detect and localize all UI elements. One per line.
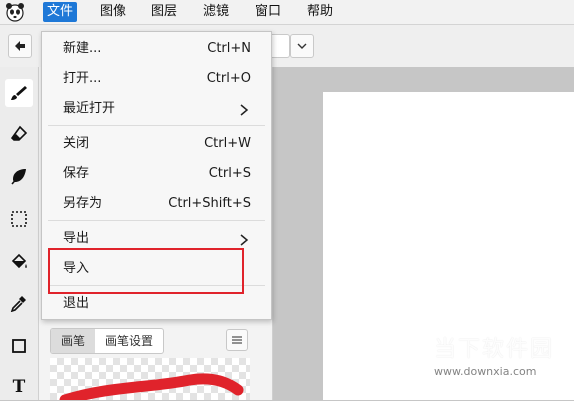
menu-item-shortcut: Ctrl+O	[206, 71, 251, 86]
menu-item-shortcut: Ctrl+S	[208, 166, 251, 181]
tab-brush-settings[interactable]: 画笔设置	[95, 329, 163, 353]
leaf-icon	[11, 169, 26, 185]
watermark-url: www.downxia.com	[434, 365, 537, 378]
menu-window[interactable]: 窗口	[251, 2, 285, 22]
rectangle-icon	[12, 339, 26, 353]
menu-item-label: 最近打开	[63, 101, 116, 116]
menu-item-shortcut: Ctrl+W	[204, 136, 251, 151]
brush-panel-tabs: 画笔 画笔设置	[50, 328, 165, 354]
tool-selection[interactable]	[5, 205, 33, 233]
menu-bar: 文件 图像 图层 滤镜 窗口 帮助	[0, 0, 574, 25]
chevron-right-icon	[240, 104, 249, 116]
brush-preview	[50, 358, 250, 400]
tool-palette: T	[0, 67, 39, 400]
menu-item-recent[interactable]: 最近打开	[42, 95, 271, 123]
undo-button[interactable]	[8, 34, 32, 58]
annotation-highlight-box	[48, 248, 244, 294]
menu-item-label: 保存	[63, 166, 90, 181]
tool-eyedropper[interactable]	[5, 289, 33, 317]
menu-separator	[48, 125, 265, 126]
fill-bucket-icon	[11, 253, 27, 269]
undo-arrow-icon	[15, 41, 25, 51]
selection-icon	[11, 211, 27, 227]
menu-help[interactable]: 帮助	[303, 2, 337, 22]
menu-file[interactable]: 文件	[43, 2, 78, 22]
chevron-right-icon	[240, 234, 249, 246]
tool-fill[interactable]	[5, 248, 33, 276]
menu-image[interactable]: 图像	[96, 2, 130, 22]
menu-item-shortcut: Ctrl+Shift+S	[168, 196, 251, 211]
brush-icon	[11, 86, 27, 100]
panel-menu-button[interactable]	[226, 329, 248, 351]
menu-item-label: 新建...	[63, 41, 102, 56]
text-icon: T	[12, 377, 26, 397]
tool-rectangle[interactable]	[5, 332, 33, 360]
menu-item-shortcut: Ctrl+N	[207, 41, 251, 56]
watermark: 当下软件园 www.downxia.com	[388, 326, 574, 386]
menu-item-open[interactable]: 打开... Ctrl+O	[42, 65, 271, 93]
tool-smudge[interactable]	[5, 162, 33, 190]
chevron-down-icon	[297, 43, 307, 49]
menu-item-label: 另存为	[63, 196, 103, 211]
menu-item-save-as[interactable]: 另存为 Ctrl+Shift+S	[42, 190, 271, 218]
menu-item-close[interactable]: 关闭 Ctrl+W	[42, 130, 271, 158]
tool-brush[interactable]	[5, 79, 33, 107]
menu-item-label: 打开...	[63, 71, 102, 86]
hamburger-icon	[232, 336, 242, 344]
toolbar-field[interactable]	[272, 34, 290, 58]
menu-item-new[interactable]: 新建... Ctrl+N	[42, 35, 271, 63]
menu-layer[interactable]: 图层	[147, 2, 181, 22]
toolbar-dropdown-button[interactable]	[290, 34, 314, 58]
panda-logo-icon[interactable]	[5, 2, 25, 22]
menu-item-save[interactable]: 保存 Ctrl+S	[42, 160, 271, 188]
menu-item-label: 退出	[63, 296, 90, 311]
tool-text[interactable]: T	[5, 373, 33, 401]
brush-stroke-preview	[59, 373, 244, 400]
tool-eraser[interactable]	[5, 120, 33, 148]
watermark-text: 当下软件园	[434, 337, 555, 362]
watermark-logo-icon	[388, 330, 430, 372]
menu-item-exit[interactable]: 退出	[42, 290, 271, 318]
eraser-icon	[10, 125, 28, 141]
menu-separator	[48, 220, 265, 221]
menu-filter[interactable]: 滤镜	[199, 2, 233, 22]
eyedropper-icon	[10, 296, 26, 312]
menu-item-label: 关闭	[63, 136, 90, 151]
tab-brush[interactable]: 画笔	[51, 329, 96, 353]
